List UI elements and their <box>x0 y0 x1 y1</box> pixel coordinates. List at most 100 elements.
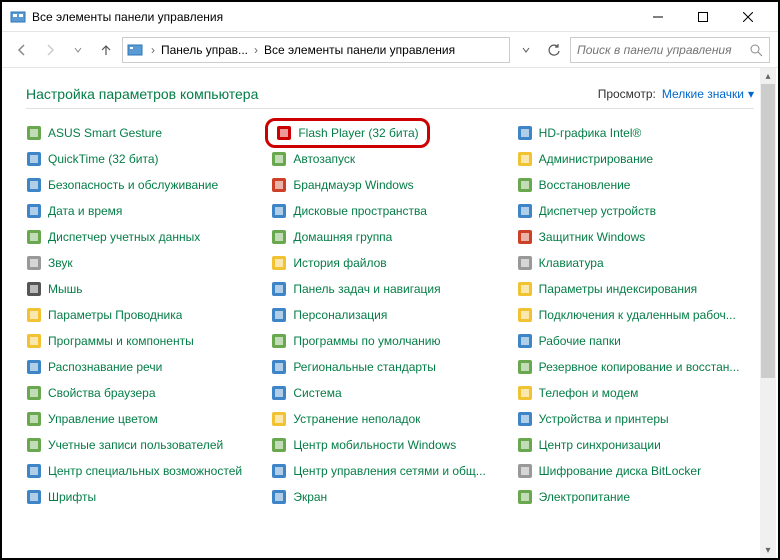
applet-icon <box>271 177 287 193</box>
control-panel-item[interactable]: Клавиатура <box>517 253 754 273</box>
control-panel-item[interactable]: Персонализация <box>271 305 508 325</box>
applet-label: Распознавание речи <box>48 360 162 374</box>
control-panel-item[interactable]: Программы по умолчанию <box>271 331 508 351</box>
minimize-button[interactable] <box>635 3 680 31</box>
control-panel-item[interactable]: Параметры индексирования <box>517 279 754 299</box>
control-panel-item[interactable]: Автозапуск <box>271 149 508 169</box>
applet-icon <box>26 359 42 375</box>
applet-label: HD-графика Intel® <box>539 126 642 140</box>
control-panel-item[interactable]: Свойства браузера <box>26 383 263 403</box>
control-panel-item[interactable]: Восстановление <box>517 175 754 195</box>
control-panel-item[interactable]: Администрирование <box>517 149 754 169</box>
applet-icon <box>271 307 287 323</box>
control-panel-item[interactable]: QuickTime (32 бита) <box>26 149 263 169</box>
control-panel-item[interactable]: Подключения к удаленным рабоч... <box>517 305 754 325</box>
applet-label: Администрирование <box>539 152 653 166</box>
control-panel-item[interactable]: Распознавание речи <box>26 357 263 377</box>
applet-icon <box>271 463 287 479</box>
control-panel-item[interactable]: Flash Player (32 бита) <box>271 123 508 143</box>
control-panel-item[interactable]: Дата и время <box>26 201 263 221</box>
close-button[interactable] <box>725 3 770 31</box>
control-panel-item[interactable]: Электропитание <box>517 487 754 507</box>
control-panel-item[interactable]: История файлов <box>271 253 508 273</box>
applet-icon <box>271 333 287 349</box>
control-panel-item[interactable]: Защитник Windows <box>517 227 754 247</box>
control-panel-item[interactable]: Учетные записи пользователей <box>26 435 263 455</box>
breadcrumb[interactable]: › Панель управ... › Все элементы панели … <box>122 37 510 63</box>
control-panel-item[interactable]: Центр мобильности Windows <box>271 435 508 455</box>
control-panel-item[interactable]: Рабочие папки <box>517 331 754 351</box>
control-panel-item[interactable]: Домашняя группа <box>271 227 508 247</box>
highlighted-item[interactable]: Flash Player (32 бита) <box>265 118 429 148</box>
applet-icon <box>271 229 287 245</box>
control-panel-item[interactable]: Диспетчер учетных данных <box>26 227 263 247</box>
applet-label: Программы и компоненты <box>48 334 194 348</box>
applet-label: Параметры индексирования <box>539 282 697 296</box>
control-panel-item[interactable]: Управление цветом <box>26 409 263 429</box>
control-panel-item[interactable]: Телефон и модем <box>517 383 754 403</box>
breadcrumb-dropdown[interactable] <box>514 38 538 62</box>
applet-label: QuickTime (32 бита) <box>48 152 159 166</box>
back-button[interactable] <box>10 38 34 62</box>
scroll-up-button[interactable]: ▴ <box>760 68 776 84</box>
control-panel-item[interactable]: Диспетчер устройств <box>517 201 754 221</box>
breadcrumb-segment[interactable]: Все элементы панели управления <box>262 43 457 57</box>
control-panel-item[interactable]: Дисковые пространства <box>271 201 508 221</box>
search-input[interactable] <box>577 43 749 57</box>
forward-button[interactable] <box>38 38 62 62</box>
applet-label: Домашняя группа <box>293 230 392 244</box>
chevron-right-icon[interactable]: › <box>250 43 262 57</box>
applet-label: Дата и время <box>48 204 122 218</box>
up-button[interactable] <box>94 38 118 62</box>
applet-icon <box>517 281 533 297</box>
control-panel-item[interactable]: ASUS Smart Gesture <box>26 123 263 143</box>
control-panel-item[interactable]: Шифрование диска BitLocker <box>517 461 754 481</box>
control-panel-item[interactable]: HD-графика Intel® <box>517 123 754 143</box>
applet-icon <box>26 177 42 193</box>
applet-label: Телефон и модем <box>539 386 639 400</box>
control-panel-item[interactable]: Устранение неполадок <box>271 409 508 429</box>
applet-icon <box>517 463 533 479</box>
control-panel-item[interactable]: Параметры Проводника <box>26 305 263 325</box>
control-panel-item[interactable]: Устройства и принтеры <box>517 409 754 429</box>
control-panel-item[interactable]: Безопасность и обслуживание <box>26 175 263 195</box>
recent-dropdown[interactable] <box>66 38 90 62</box>
control-panel-item[interactable]: Резервное копирование и восстан... <box>517 357 754 377</box>
applet-label: Центр специальных возможностей <box>48 464 242 478</box>
scrollbar-thumb[interactable] <box>761 84 775 378</box>
applet-label: Шифрование диска BitLocker <box>539 464 701 478</box>
applet-label: Управление цветом <box>48 412 158 426</box>
content-area: Настройка параметров компьютера Просмотр… <box>2 68 778 558</box>
control-panel-item[interactable]: Шрифты <box>26 487 263 507</box>
applet-label: Центр управления сетями и общ... <box>293 464 485 478</box>
control-panel-item[interactable]: Панель задач и навигация <box>271 279 508 299</box>
applet-icon <box>26 255 42 271</box>
control-panel-item[interactable]: Брандмауэр Windows <box>271 175 508 195</box>
search-box[interactable] <box>570 37 770 63</box>
breadcrumb-segment[interactable]: Панель управ... <box>159 43 250 57</box>
chevron-right-icon[interactable]: › <box>147 43 159 57</box>
applet-label: Восстановление <box>539 178 631 192</box>
control-panel-item[interactable]: Центр управления сетями и общ... <box>271 461 508 481</box>
applet-icon <box>517 359 533 375</box>
refresh-button[interactable] <box>542 38 566 62</box>
scroll-down-button[interactable]: ▾ <box>760 542 776 558</box>
control-panel-item[interactable]: Мышь <box>26 279 263 299</box>
maximize-button[interactable] <box>680 3 725 31</box>
applet-label: Центр синхронизации <box>539 438 661 452</box>
applet-label: Диспетчер устройств <box>539 204 656 218</box>
applet-icon <box>271 281 287 297</box>
applet-icon <box>26 203 42 219</box>
control-panel-item[interactable]: Звук <box>26 253 263 273</box>
applet-label: Параметры Проводника <box>48 308 182 322</box>
search-icon <box>749 43 763 57</box>
control-panel-item[interactable]: Центр синхронизации <box>517 435 754 455</box>
control-panel-item[interactable]: Центр специальных возможностей <box>26 461 263 481</box>
scrollbar[interactable]: ▴ ▾ <box>760 68 776 558</box>
control-panel-item[interactable]: Экран <box>271 487 508 507</box>
control-panel-item[interactable]: Система <box>271 383 508 403</box>
titlebar: Все элементы панели управления <box>2 2 778 32</box>
view-selector[interactable]: Мелкие значки▾ <box>662 87 754 101</box>
control-panel-item[interactable]: Региональные стандарты <box>271 357 508 377</box>
control-panel-item[interactable]: Программы и компоненты <box>26 331 263 351</box>
